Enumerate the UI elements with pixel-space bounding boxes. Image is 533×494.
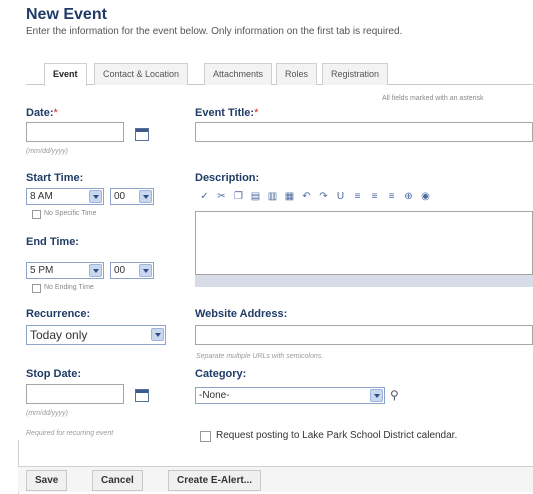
chevron-down-icon	[151, 328, 164, 341]
undo-icon[interactable]: ↶	[298, 191, 315, 202]
website-hint: Separate multiple URLs with semicolons.	[196, 353, 324, 360]
request-posting-label: Request posting to Lake Park School Dist…	[216, 430, 458, 441]
tab-contact-location[interactable]: Contact & Location	[94, 63, 189, 85]
paste-text-icon[interactable]: ▥	[264, 191, 281, 202]
category-value: -None-	[199, 390, 230, 401]
align-left-icon[interactable]: ≡	[349, 191, 366, 202]
end-hour-value: 5 PM	[30, 265, 54, 276]
date-label-text: Date:	[26, 107, 54, 119]
no-specific-time-checkbox[interactable]	[32, 210, 41, 219]
description-label: Description:	[195, 172, 260, 184]
tab-event[interactable]: Event	[44, 63, 87, 86]
description-editor[interactable]	[195, 211, 533, 275]
end-time-label: End Time:	[26, 236, 79, 248]
calendar-icon[interactable]	[135, 128, 149, 141]
calendar-icon[interactable]	[135, 389, 149, 402]
start-hour-select[interactable]: 8 AM	[26, 188, 104, 205]
event-title-label-text: Event Title:	[195, 107, 255, 119]
tab-registration[interactable]: Registration	[322, 63, 389, 85]
tab-attachments[interactable]: Attachments	[204, 63, 273, 85]
start-minute-value: 00	[114, 191, 126, 202]
no-ending-time-label: No Ending Time	[44, 284, 94, 291]
recurrence-select[interactable]: Today only	[26, 325, 166, 345]
start-minute-select[interactable]: 00	[110, 188, 154, 205]
button-bar: Save Cancel Create E-Alert...	[18, 466, 533, 492]
image-icon[interactable]: ◉	[417, 191, 434, 202]
page-subtitle: Enter the information for the event belo…	[26, 26, 403, 37]
end-minute-value: 00	[114, 265, 126, 276]
no-ending-time-checkbox[interactable]	[32, 284, 41, 293]
event-title-input[interactable]	[195, 122, 533, 142]
paste-word-icon[interactable]: ▦	[281, 191, 298, 202]
copy-icon[interactable]: ❐	[230, 191, 247, 202]
paste-icon[interactable]: ▤	[247, 191, 264, 202]
align-right-icon[interactable]: ≡	[383, 191, 400, 202]
start-time-label: Start Time:	[26, 172, 84, 184]
spellcheck-icon[interactable]: ✓	[196, 191, 213, 202]
page-title: New Event	[26, 6, 107, 23]
cut-icon[interactable]: ✂	[213, 191, 230, 202]
chevron-down-icon	[139, 264, 152, 277]
start-hour-value: 8 AM	[30, 191, 53, 202]
event-title-label: Event Title:*	[195, 107, 258, 119]
save-button[interactable]: Save	[26, 470, 68, 491]
create-e-alert-button[interactable]: Create E-Alert...	[168, 470, 262, 491]
event-form-window: New Event Enter the information for the …	[0, 0, 533, 494]
no-specific-time-label: No Specific Time	[44, 210, 97, 217]
required-mark: *	[254, 107, 259, 119]
end-minute-select[interactable]: 00	[110, 262, 154, 279]
category-select[interactable]: -None-	[195, 387, 385, 404]
align-center-icon[interactable]: ≡	[366, 191, 383, 202]
date-label: Date:*	[26, 107, 58, 119]
search-icon[interactable]: ⚲	[390, 388, 399, 402]
tab-roles[interactable]: Roles	[276, 63, 318, 85]
date-format-hint: (mm/dd/yyyy)	[26, 148, 68, 155]
required-fields-note: All fields marked with an asterisk	[382, 95, 484, 102]
end-hour-select[interactable]: 5 PM	[26, 262, 104, 279]
website-input[interactable]	[195, 325, 533, 345]
editor-toolbar: ✓ ✂ ❐ ▤ ▥ ▦ ↶ ↷ U ≡ ≡ ≡ ⊕ ◉	[196, 191, 533, 209]
redo-icon[interactable]: ↷	[315, 191, 332, 202]
chevron-down-icon	[370, 389, 383, 402]
chevron-down-icon	[139, 190, 152, 203]
request-posting-checkbox[interactable]	[200, 431, 211, 442]
recurrence-label: Recurrence:	[26, 308, 91, 320]
cancel-button[interactable]: Cancel	[92, 470, 143, 491]
category-label: Category:	[195, 368, 247, 380]
chevron-down-icon	[89, 190, 102, 203]
underline-icon[interactable]: U	[332, 191, 349, 202]
link-icon[interactable]: ⊕	[400, 191, 417, 202]
stop-date-note: Required for recurring event	[26, 430, 114, 437]
tab-bar: Event Contact & Location Attachments Rol…	[26, 63, 533, 86]
website-label: Website Address:	[195, 308, 288, 320]
required-mark: *	[53, 107, 58, 119]
date-input[interactable]	[26, 122, 124, 142]
stop-date-label: Stop Date:	[26, 368, 81, 380]
stop-date-input[interactable]	[26, 384, 124, 404]
stop-date-format-hint: (mm/dd/yyyy)	[26, 410, 68, 417]
editor-resize-bar[interactable]	[195, 275, 533, 287]
chevron-down-icon	[89, 264, 102, 277]
recurrence-value: Today only	[30, 328, 88, 342]
